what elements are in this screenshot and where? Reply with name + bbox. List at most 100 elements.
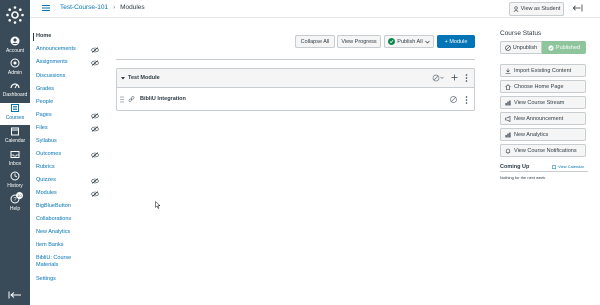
item-unpublished-icon[interactable]: [450, 96, 457, 103]
account-icon: [10, 36, 20, 46]
collapse-sidebar-icon[interactable]: [573, 4, 583, 12]
nav-inbox-label: Inbox: [8, 161, 22, 167]
course-nav-rubrics[interactable]: Rubrics: [36, 164, 106, 171]
calendar-icon: [11, 127, 19, 136]
nav-inbox[interactable]: Inbox: [0, 149, 30, 171]
item-menu-icon[interactable]: [465, 96, 468, 104]
toolbar-divider: [116, 59, 475, 60]
help-badge: 10: [16, 192, 23, 199]
course-nav-settings[interactable]: Settings: [36, 276, 106, 283]
course-nav-modules[interactable]: Modules: [36, 190, 106, 197]
module-menu-icon[interactable]: [465, 74, 468, 82]
coming-up-title: Coming Up: [500, 164, 530, 170]
breadcrumb-course[interactable]: Test-Course-101: [60, 4, 108, 11]
course-nav-label: Grades: [36, 86, 55, 92]
view-course-stream-button[interactable]: View Course Stream: [500, 96, 586, 109]
course-nav-discussions[interactable]: Discussions: [36, 73, 106, 80]
hamburger-icon[interactable]: [42, 5, 50, 11]
nav-courses[interactable]: Courses: [0, 103, 30, 125]
module-item[interactable]: BibliU Integration: [117, 88, 474, 111]
nav-dashboard[interactable]: Dashboard: [0, 80, 30, 102]
canvas-logo[interactable]: [5, 5, 25, 25]
hidden-eye-icon: [91, 152, 99, 158]
course-nav-label: BibliU: Course Materials: [36, 255, 72, 268]
admin-icon: [10, 58, 20, 68]
course-nav-label: Modules: [36, 190, 57, 196]
new-announcement-button[interactable]: New Announcement: [500, 112, 586, 125]
global-nav: Account Admin Dashboard Courses Calendar…: [0, 0, 30, 305]
chevron-down-icon: [424, 40, 430, 43]
view-calendar-label: View Calendar: [558, 164, 584, 169]
nav-history[interactable]: History: [0, 171, 30, 193]
nav-admin-label: Admin: [7, 70, 23, 76]
course-nav-item-banks[interactable]: Item Banks: [36, 242, 106, 249]
collapse-nav-icon[interactable]: [8, 291, 22, 299]
choose-home-page-button[interactable]: Choose Home Page: [500, 80, 586, 93]
module-publish-icon[interactable]: [432, 74, 444, 82]
module-title-wrap: Test Module: [121, 75, 160, 81]
bell-icon: [505, 148, 511, 154]
new-analytics-label: New Analytics: [514, 131, 549, 138]
course-nav-label: Item Banks: [36, 242, 64, 248]
inbox-icon: [10, 151, 20, 158]
unpublish-icon: [504, 44, 511, 51]
external-link-icon: [128, 96, 135, 102]
course-nav-home[interactable]: Home: [33, 33, 106, 41]
publish-all-button[interactable]: Publish All: [384, 35, 434, 48]
course-nav-label: Pages: [36, 112, 52, 118]
course-nav-bibliu[interactable]: BibliU: Course Materials: [36, 255, 106, 269]
nav-admin[interactable]: Admin: [0, 58, 30, 80]
view-as-student-button[interactable]: View as Student: [509, 2, 564, 16]
nav-help-label: Help: [9, 206, 21, 212]
course-nav-syllabus[interactable]: Syllabus: [36, 138, 106, 145]
course-nav-label: Outcomes: [36, 151, 62, 157]
nav-account[interactable]: Account: [0, 36, 30, 58]
import-content-button[interactable]: Import Existing Content: [500, 64, 586, 77]
nav-calendar[interactable]: Calendar: [0, 126, 30, 148]
drag-handle-icon[interactable]: [120, 96, 124, 103]
course-nav-collaborations[interactable]: Collaborations: [36, 216, 106, 223]
published-check-icon: [548, 44, 554, 51]
announcement-icon: [505, 115, 511, 122]
add-module-label: + Module: [444, 38, 468, 45]
nav-calendar-label: Calendar: [4, 138, 26, 144]
hidden-eye-icon: [91, 126, 99, 132]
nav-help[interactable]: ? 10 Help: [0, 192, 30, 216]
new-analytics-button[interactable]: New Analytics: [500, 128, 586, 141]
published-label: Published: [555, 44, 581, 51]
unpublish-button[interactable]: Unpublish: [500, 41, 542, 54]
course-nav-files[interactable]: Files: [36, 125, 106, 132]
view-course-stream-label: View Course Stream: [514, 99, 565, 106]
course-nav-pages[interactable]: Pages: [36, 112, 106, 119]
student-view-icon: [513, 6, 519, 12]
view-notifications-button[interactable]: View Course Notifications: [500, 144, 586, 157]
course-nav-bigbluebutton[interactable]: BigBlueButton: [36, 203, 106, 210]
course-nav-people[interactable]: People: [36, 99, 106, 106]
stream-icon: [505, 100, 511, 105]
course-nav-grades[interactable]: Grades: [36, 86, 106, 93]
course-nav-announcements[interactable]: Announcements: [36, 46, 106, 53]
hidden-eye-icon: [91, 47, 99, 53]
module: Test Module BibliU Integration: [116, 68, 475, 111]
course-nav-new-analytics[interactable]: New Analytics: [36, 229, 106, 236]
collapse-all-button[interactable]: Collapse All: [295, 35, 335, 48]
view-progress-button[interactable]: View Progress: [337, 35, 381, 48]
coming-up-empty: Nothing for the next week: [500, 175, 546, 180]
view-progress-label: View Progress: [341, 38, 377, 45]
view-calendar-link[interactable]: View Calendar: [552, 164, 584, 169]
course-nav-label: Rubrics: [36, 164, 55, 170]
course-nav-quizzes[interactable]: Quizzes: [36, 177, 106, 184]
view-notifications-label: View Course Notifications: [514, 147, 577, 154]
hidden-eye-icon: [91, 178, 99, 184]
course-nav-assignments[interactable]: Assignments: [36, 59, 106, 66]
analytics-icon: [505, 132, 511, 137]
published-button[interactable]: Published: [542, 41, 586, 54]
import-content-label: Import Existing Content: [514, 67, 572, 74]
module-header[interactable]: Test Module: [117, 69, 474, 88]
course-nav-outcomes[interactable]: Outcomes: [36, 151, 106, 158]
calendar-small-icon: [552, 164, 556, 169]
module-item-title[interactable]: BibliU Integration: [140, 96, 186, 102]
course-nav-label: Files: [36, 125, 48, 131]
add-item-icon[interactable]: [451, 74, 458, 81]
add-module-button[interactable]: + Module: [437, 35, 475, 48]
